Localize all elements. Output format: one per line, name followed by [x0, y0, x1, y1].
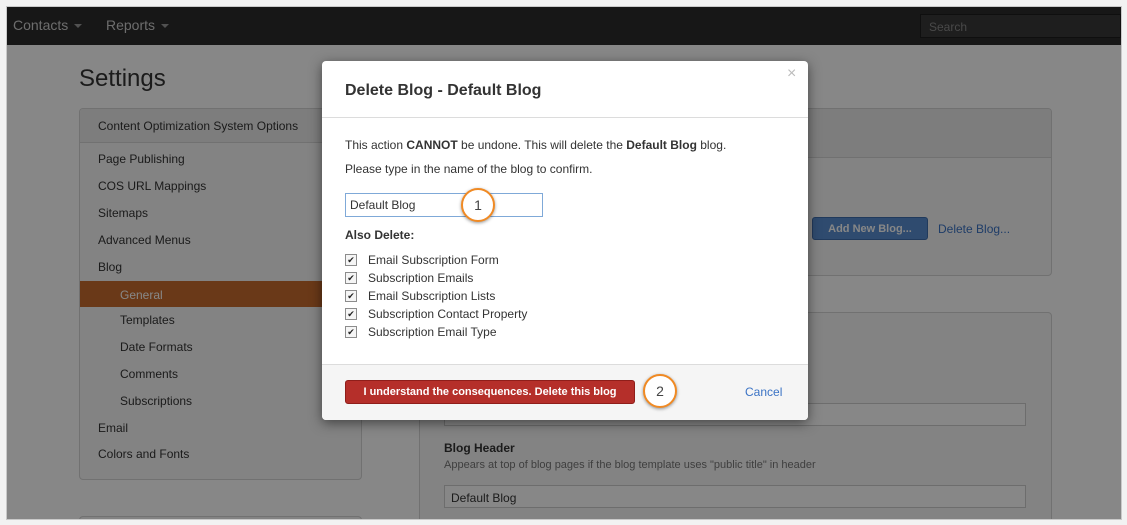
warning-text: This action CANNOT be undone. This will … [345, 138, 726, 152]
checkbox-checked-icon[interactable]: ✔ [345, 254, 357, 266]
warning-strong: CANNOT [406, 138, 458, 152]
blog-name-confirm-input[interactable]: Default Blog [345, 193, 543, 217]
confirm-delete-button[interactable]: I understand the consequences. Delete th… [345, 380, 635, 404]
delete-blog-dialog: Delete Blog - Default Blog × This action… [322, 61, 808, 420]
checkbox-checked-icon[interactable]: ✔ [345, 290, 357, 302]
checkbox-label: Email Subscription Form [368, 253, 499, 267]
warning-suffix: blog. [696, 138, 727, 152]
checkbox-label: Email Subscription Lists [368, 289, 496, 303]
checkbox-checked-icon[interactable]: ✔ [345, 326, 357, 338]
checkbox-label: Subscription Email Type [368, 325, 497, 339]
also-delete-label: Also Delete: [345, 228, 415, 242]
checkbox-label: Subscription Contact Property [368, 307, 528, 321]
callout-marker-1: 1 [461, 188, 495, 222]
warning-blog-name: Default Blog [626, 138, 697, 152]
checkbox-checked-icon[interactable]: ✔ [345, 272, 357, 284]
warning-middle: be undone. This will delete the [457, 138, 627, 152]
cancel-link[interactable]: Cancel [745, 385, 782, 399]
warning-prefix: This action [345, 138, 407, 152]
checkbox-checked-icon[interactable]: ✔ [345, 308, 357, 320]
dialog-divider [322, 117, 808, 118]
dialog-title: Delete Blog - Default Blog [345, 82, 542, 99]
app-window: Contacts Reports Search Settings Content… [6, 6, 1122, 520]
dialog-footer: I understand the consequences. Delete th… [322, 365, 808, 420]
callout-marker-2: 2 [643, 374, 677, 408]
confirm-instructions: Please type in the name of the blog to c… [345, 162, 593, 176]
close-icon[interactable]: × [787, 65, 796, 83]
checkbox-label: Subscription Emails [368, 271, 474, 285]
